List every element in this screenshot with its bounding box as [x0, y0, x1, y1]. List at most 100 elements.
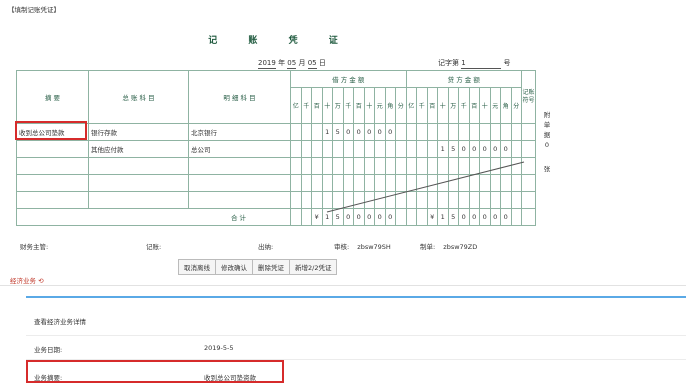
- delete-voucher-button[interactable]: 删除凭证: [253, 260, 290, 274]
- date-month[interactable]: 05: [287, 59, 297, 69]
- detail-date-label: 业务日期:: [34, 346, 63, 354]
- summary-cell[interactable]: [16, 140, 89, 158]
- credit-unit-0: 亿: [405, 87, 417, 124]
- debit-digit-cell[interactable]: [300, 174, 312, 192]
- bookkeeping-mark-cell[interactable]: [521, 123, 536, 141]
- credit-digit-cell[interactable]: [426, 140, 438, 158]
- action-toolbar: 取消离线 修改确认 删除凭证 新增2/2凭证: [178, 259, 338, 275]
- detail-account-cell[interactable]: 总公司: [188, 140, 291, 158]
- credit-digit-cell[interactable]: [510, 140, 522, 158]
- credit-unit-6: 百: [468, 87, 480, 124]
- credit-digit-cell[interactable]: [510, 123, 522, 141]
- detail-title: 查看经济业务详情: [34, 318, 86, 326]
- credit-digit-cell[interactable]: [416, 123, 428, 141]
- credit-digit-cell[interactable]: 1: [437, 140, 449, 158]
- highlight-detail-summary: [26, 360, 284, 383]
- summary-cell[interactable]: [16, 174, 89, 192]
- header-summary: 摘 要: [16, 70, 89, 124]
- credit-digit-cell[interactable]: [405, 140, 417, 158]
- debit-digit-cell[interactable]: 1: [321, 123, 333, 141]
- highlight-summary-cell: [15, 121, 87, 140]
- credit-digit-cell[interactable]: [437, 123, 449, 141]
- credit-digit-cell[interactable]: 0: [489, 140, 501, 158]
- debit-digit-cell[interactable]: [384, 140, 396, 158]
- credit-digit-cell[interactable]: [416, 140, 428, 158]
- credit-digit-cell[interactable]: 0: [468, 140, 480, 158]
- total-debit-digit: [300, 208, 312, 226]
- date-year[interactable]: 2019: [258, 59, 276, 69]
- debit-digit-cell[interactable]: [332, 140, 344, 158]
- debit-digit-cell[interactable]: [342, 140, 354, 158]
- general-account-cell[interactable]: 银行存款: [88, 123, 189, 141]
- debit-unit-5: 千: [342, 87, 354, 124]
- credit-digit-cell[interactable]: [468, 123, 480, 141]
- attachment-number[interactable]: 0: [540, 140, 554, 150]
- debit-digit-cell[interactable]: 0: [363, 123, 375, 141]
- cancel-offline-button[interactable]: 取消离线: [179, 260, 216, 274]
- credit-digit-cell[interactable]: 0: [458, 140, 470, 158]
- debit-digit-cell[interactable]: 0: [353, 123, 365, 141]
- header-credit: 贷 方 金 额: [405, 70, 522, 88]
- credit-unit-7: 十: [479, 87, 491, 124]
- credit-digit-cell[interactable]: [458, 123, 470, 141]
- debit-digit-cell[interactable]: [363, 140, 375, 158]
- add-voucher-button[interactable]: 新增2/2凭证: [290, 260, 336, 274]
- voucher-title: 记 账 凭 证: [208, 36, 352, 46]
- voucher-number: 记字第 1 号: [438, 59, 511, 69]
- credit-digit-cell[interactable]: [447, 123, 459, 141]
- debit-digit-cell[interactable]: [300, 123, 312, 141]
- debit-digit-cell[interactable]: [311, 174, 323, 192]
- section-title-business[interactable]: 经济业务 ⟲: [10, 275, 44, 285]
- debit-digit-cell[interactable]: [395, 140, 407, 158]
- detail-account-cell[interactable]: 北京银行: [188, 123, 291, 141]
- debit-digit-cell[interactable]: [395, 123, 407, 141]
- credit-digit-cell[interactable]: [500, 123, 512, 141]
- detail-account-cell[interactable]: [188, 157, 291, 175]
- credit-digit-cell[interactable]: 0: [479, 140, 491, 158]
- debit-digit-cell[interactable]: [300, 157, 312, 175]
- debit-digit-cell[interactable]: 5: [332, 123, 344, 141]
- debit-digit-cell[interactable]: 0: [374, 123, 386, 141]
- debit-digit-cell[interactable]: [311, 157, 323, 175]
- debit-digit-cell[interactable]: 0: [384, 123, 396, 141]
- debit-digit-cell[interactable]: [374, 140, 386, 158]
- summary-cell[interactable]: [16, 191, 89, 209]
- cancel-diagonal-line: [326, 161, 525, 213]
- debit-digit-cell[interactable]: 0: [342, 123, 354, 141]
- credit-digit-cell[interactable]: [489, 123, 501, 141]
- debit-digit-cell[interactable]: [290, 191, 302, 209]
- credit-digit-cell[interactable]: [405, 123, 417, 141]
- general-account-cell[interactable]: [88, 174, 189, 192]
- summary-cell[interactable]: [16, 157, 89, 175]
- debit-digit-cell[interactable]: [290, 123, 302, 141]
- general-account-cell[interactable]: [88, 157, 189, 175]
- general-account-cell[interactable]: 其他应付款: [88, 140, 189, 158]
- debit-digit-cell[interactable]: [311, 191, 323, 209]
- credit-digit-cell[interactable]: [426, 123, 438, 141]
- debit-digit-cell[interactable]: [290, 157, 302, 175]
- debit-digit-cell[interactable]: [300, 140, 312, 158]
- debit-digit-cell[interactable]: [290, 140, 302, 158]
- voucher-number-value[interactable]: 1: [461, 59, 502, 69]
- header-debit: 借 方 金 额: [290, 70, 407, 88]
- general-account-cell[interactable]: [88, 191, 189, 209]
- debit-unit-2: 百: [311, 87, 323, 124]
- credit-digit-cell[interactable]: [479, 123, 491, 141]
- bookkeeping-mark-cell[interactable]: [521, 140, 536, 158]
- debit-digit-cell[interactable]: [300, 191, 312, 209]
- debit-digit-cell[interactable]: [353, 140, 365, 158]
- debit-digit-cell[interactable]: [311, 140, 323, 158]
- credit-digit-cell[interactable]: 0: [500, 140, 512, 158]
- entry-row: 收到总公司垫款 银行存款 北京银行 1 5 0 0 0 0 0: [16, 123, 536, 141]
- debit-digit-cell[interactable]: [290, 174, 302, 192]
- debit-digit-cell[interactable]: [311, 123, 323, 141]
- detail-account-cell[interactable]: [188, 191, 291, 209]
- detail-account-cell[interactable]: [188, 174, 291, 192]
- debit-unit-4: 万: [332, 87, 344, 124]
- credit-digit-cell[interactable]: 5: [447, 140, 459, 158]
- date-day[interactable]: 05: [307, 59, 317, 69]
- confirm-edit-button[interactable]: 修改确认: [216, 260, 253, 274]
- credit-unit-3: 十: [437, 87, 449, 124]
- sig-bookkeeper: 记账:: [146, 243, 162, 251]
- debit-digit-cell[interactable]: [321, 140, 333, 158]
